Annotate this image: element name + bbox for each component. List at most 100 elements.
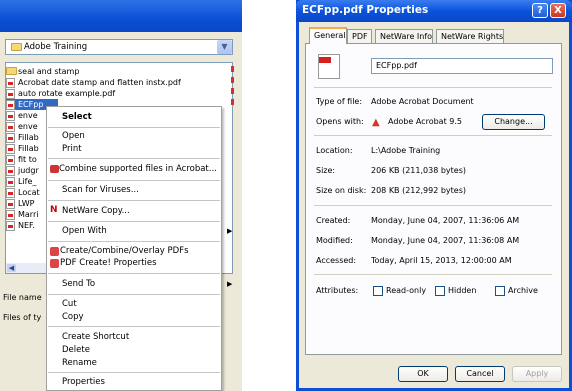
menu-item-create-shortcut[interactable]: Create Shortcut [62,332,129,342]
divider [314,274,552,275]
menu-item-create-combine[interactable]: Create/Combine/Overlay PDFs [60,246,189,256]
pdf-file-icon [6,210,15,220]
help-button[interactable]: ? [532,3,548,18]
menu-item-print[interactable]: Print [62,144,82,154]
close-button[interactable]: X [550,3,566,18]
list-item[interactable]: enve [6,121,38,132]
ok-button[interactable]: OK [398,366,448,382]
list-item[interactable]: judgr [6,165,39,176]
pdf-create-icon [50,247,59,256]
size-on-disk-label: Size on disk: [316,186,367,195]
archive-label: Archive [508,286,538,295]
pdf-document-icon-band [319,57,331,63]
submenu-arrow-icon: ▶ [227,280,233,288]
folder-icon [6,67,17,75]
menu-item-open[interactable]: Open [62,131,85,141]
menu-item-combine[interactable]: Combine supported files in Acrobat... [59,164,217,174]
acrobat-combine-icon [50,165,59,173]
menu-item-delete[interactable]: Delete [62,345,90,355]
menu-item-properties[interactable]: Properties [62,377,105,387]
cancel-button[interactable]: Cancel [455,366,505,382]
menu-item-select[interactable]: Select [62,112,92,122]
overflow-marker [231,99,234,105]
tab-netware-rights[interactable]: NetWare Rights [436,29,504,43]
attributes-label: Attributes: [316,286,359,295]
modified-value: Monday, June 04, 2007, 11:36:08 AM [371,236,520,245]
created-label: Created: [316,216,351,225]
pdf-file-icon [6,155,15,165]
list-item[interactable]: Life_ [6,176,36,187]
file-name-value: ECFpp.pdf [376,61,417,70]
list-item[interactable]: NEF. [6,220,35,231]
general-panel [305,43,562,355]
menu-item-scan-viruses[interactable]: Scan for Viruses... [62,185,139,195]
pdf-file-icon [6,100,15,110]
menu-separator [48,326,220,327]
change-button[interactable]: Change... [482,114,545,130]
accessed-value: Today, April 15, 2013, 12:00:00 AM [371,256,512,265]
size-value: 206 KB (211,038 bytes) [371,166,466,175]
menu-item-cut[interactable]: Cut [62,299,77,309]
menu-separator [48,180,220,181]
pdf-file-icon [6,133,15,143]
pdf-file-icon [6,122,15,132]
scroll-left-icon[interactable]: ◀ [7,264,16,272]
pdf-file-icon [6,144,15,154]
created-value: Monday, June 04, 2007, 11:36:06 AM [371,216,520,225]
type-value: Adobe Acrobat Document [371,97,474,106]
menu-item-pdf-create-properties[interactable]: PDF Create! Properties [60,258,157,268]
list-item[interactable]: fit to [6,154,37,165]
menu-item-copy[interactable]: Copy [62,312,84,322]
pdf-file-icon [6,111,15,121]
tab-netware-info[interactable]: NetWare Info [375,29,433,43]
chevron-down-icon[interactable]: ▼ [217,40,232,54]
pdf-file-icon [6,78,15,88]
apply-button[interactable]: Apply [512,366,562,382]
divider [314,135,552,136]
overflow-marker [231,88,234,94]
menu-item-netware-copy[interactable]: NetWare Copy... [62,206,130,216]
pdf-file-icon [6,177,15,187]
read-only-label: Read-only [386,286,427,295]
opens-with-value: Adobe Acrobat 9.5 [388,117,462,126]
menu-item-open-with[interactable]: Open With [62,226,107,236]
size-label: Size: [316,166,336,175]
pdf-file-icon [6,89,15,99]
list-item[interactable]: auto rotate example.pdf [6,88,115,99]
size-on-disk-value: 208 KB (212,992 bytes) [371,186,466,195]
divider [314,205,552,206]
list-item[interactable]: enve [6,110,38,121]
hidden-checkbox[interactable] [435,286,445,296]
accessed-label: Accessed: [316,256,357,265]
location-label: Location: [316,146,353,155]
list-item[interactable]: LWP [6,198,34,209]
folder-combo-text: Adobe Training [24,42,88,52]
menu-item-send-to[interactable]: Send To [62,279,95,289]
list-item[interactable]: Fillab [6,143,39,154]
menu-separator [48,127,220,128]
menu-separator [48,372,220,373]
read-only-checkbox[interactable] [373,286,383,296]
pdf-file-icon [6,221,15,231]
opens-with-label: Opens with: [316,117,364,126]
pdf-file-icon [6,188,15,198]
netware-icon: N [50,205,58,215]
pdf-create-icon [50,259,59,268]
list-item[interactable]: Acrobat date stamp and flatten instx.pdf [6,77,181,88]
list-item[interactable]: Locat [6,187,40,198]
modified-label: Modified: [316,236,353,245]
menu-separator [48,158,220,159]
menu-separator [48,200,220,201]
file-name-label: File name [3,293,42,302]
list-item[interactable]: seal and stamp [6,66,79,77]
window-title: ECFpp.pdf Properties [302,4,429,16]
archive-checkbox[interactable] [495,286,505,296]
tab-pdf[interactable]: PDF [347,29,372,43]
tab-general[interactable]: General [309,27,347,44]
menu-item-rename[interactable]: Rename [62,358,97,368]
acrobat-icon: ▲ [372,117,380,128]
list-item[interactable]: Marri [6,209,38,220]
list-item[interactable]: Fillab [6,132,39,143]
overflow-marker [231,77,234,83]
overflow-marker [231,66,234,72]
